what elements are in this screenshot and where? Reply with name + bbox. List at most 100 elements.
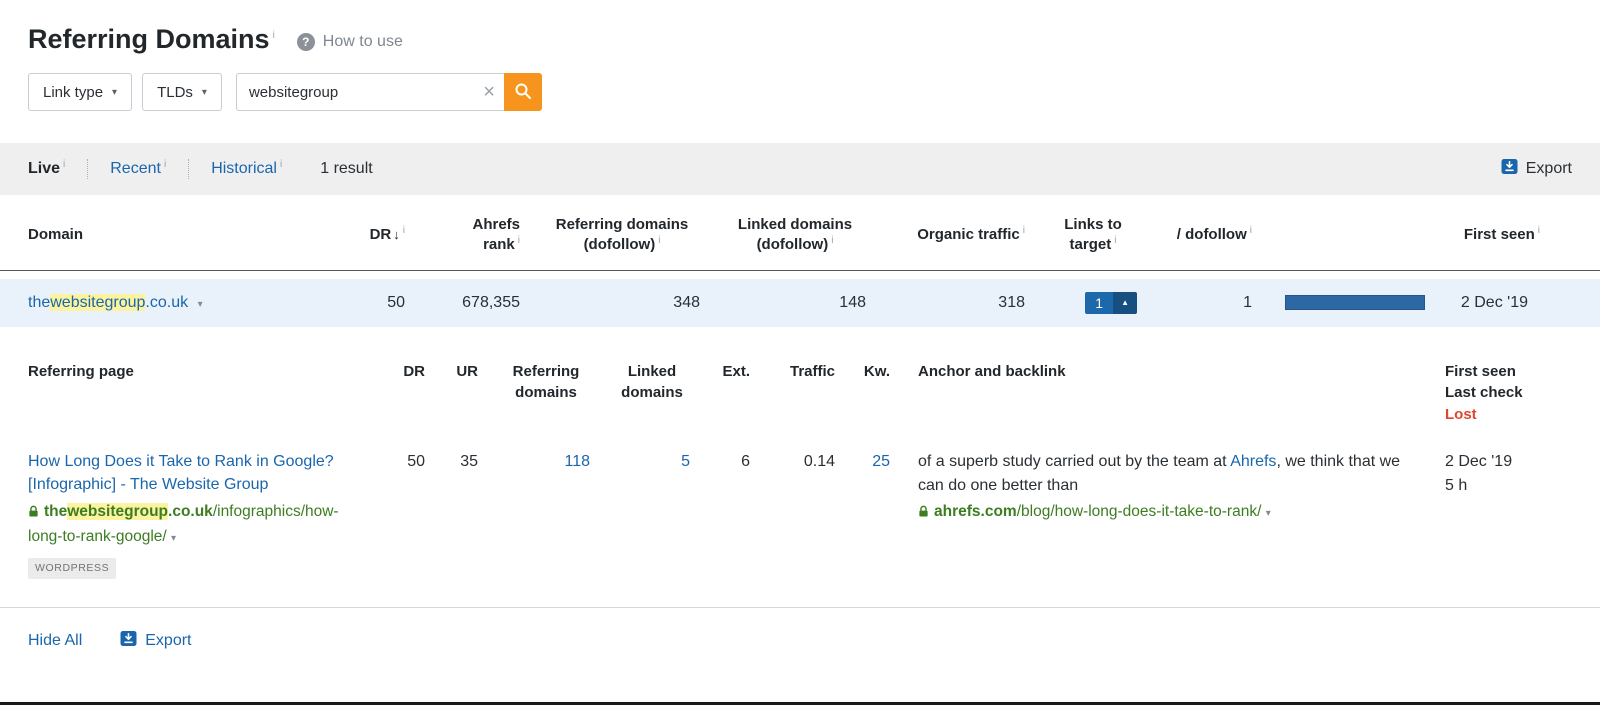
col-ext-label: Ext. xyxy=(722,363,750,380)
info-icon[interactable]: i xyxy=(1250,225,1252,236)
tab-historical[interactable]: Historicali xyxy=(211,160,282,178)
referring-domains-value: 348 xyxy=(532,294,712,312)
organic-traffic-value: 318 xyxy=(878,294,1037,312)
clear-search-icon[interactable]: × xyxy=(483,82,495,102)
page-dr-value: 50 xyxy=(395,450,437,474)
col-kw-label: Kw. xyxy=(864,363,890,380)
col-organic-traffic-label: Organic traffic xyxy=(917,226,1020,243)
kw-link[interactable]: 25 xyxy=(872,453,890,470)
col-traffic-label: Traffic xyxy=(790,363,835,380)
how-to-use-link[interactable]: ? How to use xyxy=(297,33,403,51)
links-to-target-cell: 1 ▲ xyxy=(1037,292,1149,314)
col-dr-label: DR xyxy=(370,226,392,243)
page-first-seen-cell: 2 Dec '19 5 h xyxy=(1430,450,1572,498)
col-page-linked-domains-label-1: Linked xyxy=(628,363,676,380)
anchor-ahrefs-link[interactable]: Ahrefs xyxy=(1230,453,1276,470)
col-domain[interactable]: Domain xyxy=(28,225,330,245)
col-page-dr[interactable]: DR xyxy=(395,361,437,383)
ext-value: 6 xyxy=(702,450,762,474)
info-icon[interactable]: i xyxy=(164,159,166,170)
collapse-arrow-icon: ▲ xyxy=(1113,292,1137,314)
lock-icon xyxy=(28,505,39,522)
col-page-referring-domains-label-1: Referring xyxy=(513,363,580,380)
domain-dropdown-icon[interactable]: ▾ xyxy=(198,299,203,310)
backlink-dropdown-icon[interactable]: ▾ xyxy=(1266,508,1271,519)
dr-value: 50 xyxy=(330,294,417,312)
anchor-text-before: of a superb study carried out by the tea… xyxy=(918,453,1230,470)
col-referring-domains-label-2: (dofollow) xyxy=(584,236,656,253)
export-button[interactable]: Export xyxy=(1501,158,1572,180)
info-icon[interactable]: i xyxy=(831,235,833,246)
col-page-first-seen: First seen Last check Lost xyxy=(1430,361,1572,426)
tlds-label: TLDs xyxy=(157,84,193,101)
domain-row: thewebsitegroup.co.uk ▾ 50 678,355 348 1… xyxy=(0,279,1600,327)
col-page-ur[interactable]: UR xyxy=(437,361,490,383)
col-domain-label: Domain xyxy=(28,226,83,243)
referring-page-link[interactable]: How Long Does it Take to Rank in Google?… xyxy=(28,450,339,496)
help-glyph: ? xyxy=(302,35,309,49)
col-links-to-target[interactable]: Links to targeti xyxy=(1037,215,1149,256)
search-icon xyxy=(514,82,532,103)
referring-page-url: thewebsitegroup.co.uk/infographics/how-l… xyxy=(28,500,339,549)
links-to-target-badge[interactable]: 1 ▲ xyxy=(1085,292,1137,314)
referring-page-cell: How Long Does it Take to Rank in Google?… xyxy=(28,450,395,580)
col-ext[interactable]: Ext. xyxy=(702,361,762,383)
anchor-backlink-cell: of a superb study carried out by the tea… xyxy=(918,450,1430,525)
tab-recent[interactable]: Recenti xyxy=(110,160,166,178)
page-title-text: Referring Domains xyxy=(28,24,270,54)
info-icon[interactable]: i xyxy=(280,159,282,170)
link-type-label: Link type xyxy=(43,84,103,101)
col-page-dr-label: DR xyxy=(403,363,425,380)
col-traffic[interactable]: Traffic xyxy=(762,361,847,383)
col-dr[interactable]: DR↓i xyxy=(330,225,417,245)
report-header: Referring Domainsi ? How to use xyxy=(0,0,1600,55)
url-dropdown-icon[interactable]: ▾ xyxy=(171,533,176,544)
col-ahrefs-rank[interactable]: Ahrefs ranki xyxy=(417,215,532,256)
search-button[interactable] xyxy=(504,73,542,111)
col-organic-traffic[interactable]: Organic traffici xyxy=(878,225,1037,245)
info-icon[interactable]: i xyxy=(403,225,405,236)
page-linked-domains-link[interactable]: 5 xyxy=(681,453,690,470)
col-page-linked-domains[interactable]: Linked domains xyxy=(602,361,702,405)
dofollow-bar-cell xyxy=(1264,295,1437,310)
col-referring-page[interactable]: Referring page xyxy=(28,361,395,383)
tlds-dropdown[interactable]: TLDs ▾ xyxy=(142,73,222,111)
col-referring-domains[interactable]: Referring domains (dofollow)i xyxy=(532,215,712,256)
referring-page-row: How Long Does it Take to Rank in Google?… xyxy=(0,450,1600,580)
info-icon[interactable]: i xyxy=(518,235,520,246)
page-last-check-value: 5 h xyxy=(1445,474,1572,498)
col-first-seen[interactable]: First seeni xyxy=(1437,225,1572,245)
col-page-linked-domains-label-2: domains xyxy=(621,384,683,401)
help-icon: ? xyxy=(297,33,315,51)
col-dofollow[interactable]: / dofollowi xyxy=(1149,225,1264,245)
col-referring-domains-label-1: Referring domains xyxy=(556,216,689,233)
page-title: Referring Domainsi xyxy=(28,24,275,55)
col-linked-domains[interactable]: Linked domains (dofollow)i xyxy=(712,215,878,256)
col-anchor-backlink: Anchor and backlink xyxy=(918,361,1430,383)
col-page-referring-domains[interactable]: Referring domains xyxy=(490,361,602,405)
domain-cell: thewebsitegroup.co.uk ▾ xyxy=(28,294,330,312)
page-referring-domains-link[interactable]: 118 xyxy=(564,453,590,470)
domains-table-header: Domain DR↓i Ahrefs ranki Referring domai… xyxy=(0,195,1600,271)
info-icon[interactable]: i xyxy=(273,30,275,41)
link-type-dropdown[interactable]: Link type ▾ xyxy=(28,73,132,111)
dofollow-value: 1 xyxy=(1149,294,1264,312)
hide-all-link[interactable]: Hide All xyxy=(28,632,82,650)
col-dofollow-label: / dofollow xyxy=(1177,226,1247,243)
tab-live-label: Live xyxy=(28,160,60,177)
col-kw[interactable]: Kw. xyxy=(847,361,902,383)
search-input[interactable] xyxy=(237,74,504,110)
info-icon[interactable]: i xyxy=(1538,225,1540,236)
footer-export-button[interactable]: Export xyxy=(120,630,191,652)
backlink-path[interactable]: /blog/how-long-does-it-take-to-rank/ xyxy=(1017,503,1262,520)
info-icon[interactable]: i xyxy=(1023,225,1025,236)
info-icon[interactable]: i xyxy=(658,235,660,246)
tab-separator xyxy=(188,159,189,179)
col-page-first-seen-label: First seen xyxy=(1445,363,1516,380)
info-icon[interactable]: i xyxy=(1114,235,1116,246)
col-referring-page-label: Referring page xyxy=(28,363,134,380)
info-icon[interactable]: i xyxy=(63,159,65,170)
links-to-target-value: 1 xyxy=(1085,292,1113,314)
domain-link[interactable]: thewebsitegroup.co.uk xyxy=(28,294,188,311)
tab-live[interactable]: Livei xyxy=(28,160,65,178)
